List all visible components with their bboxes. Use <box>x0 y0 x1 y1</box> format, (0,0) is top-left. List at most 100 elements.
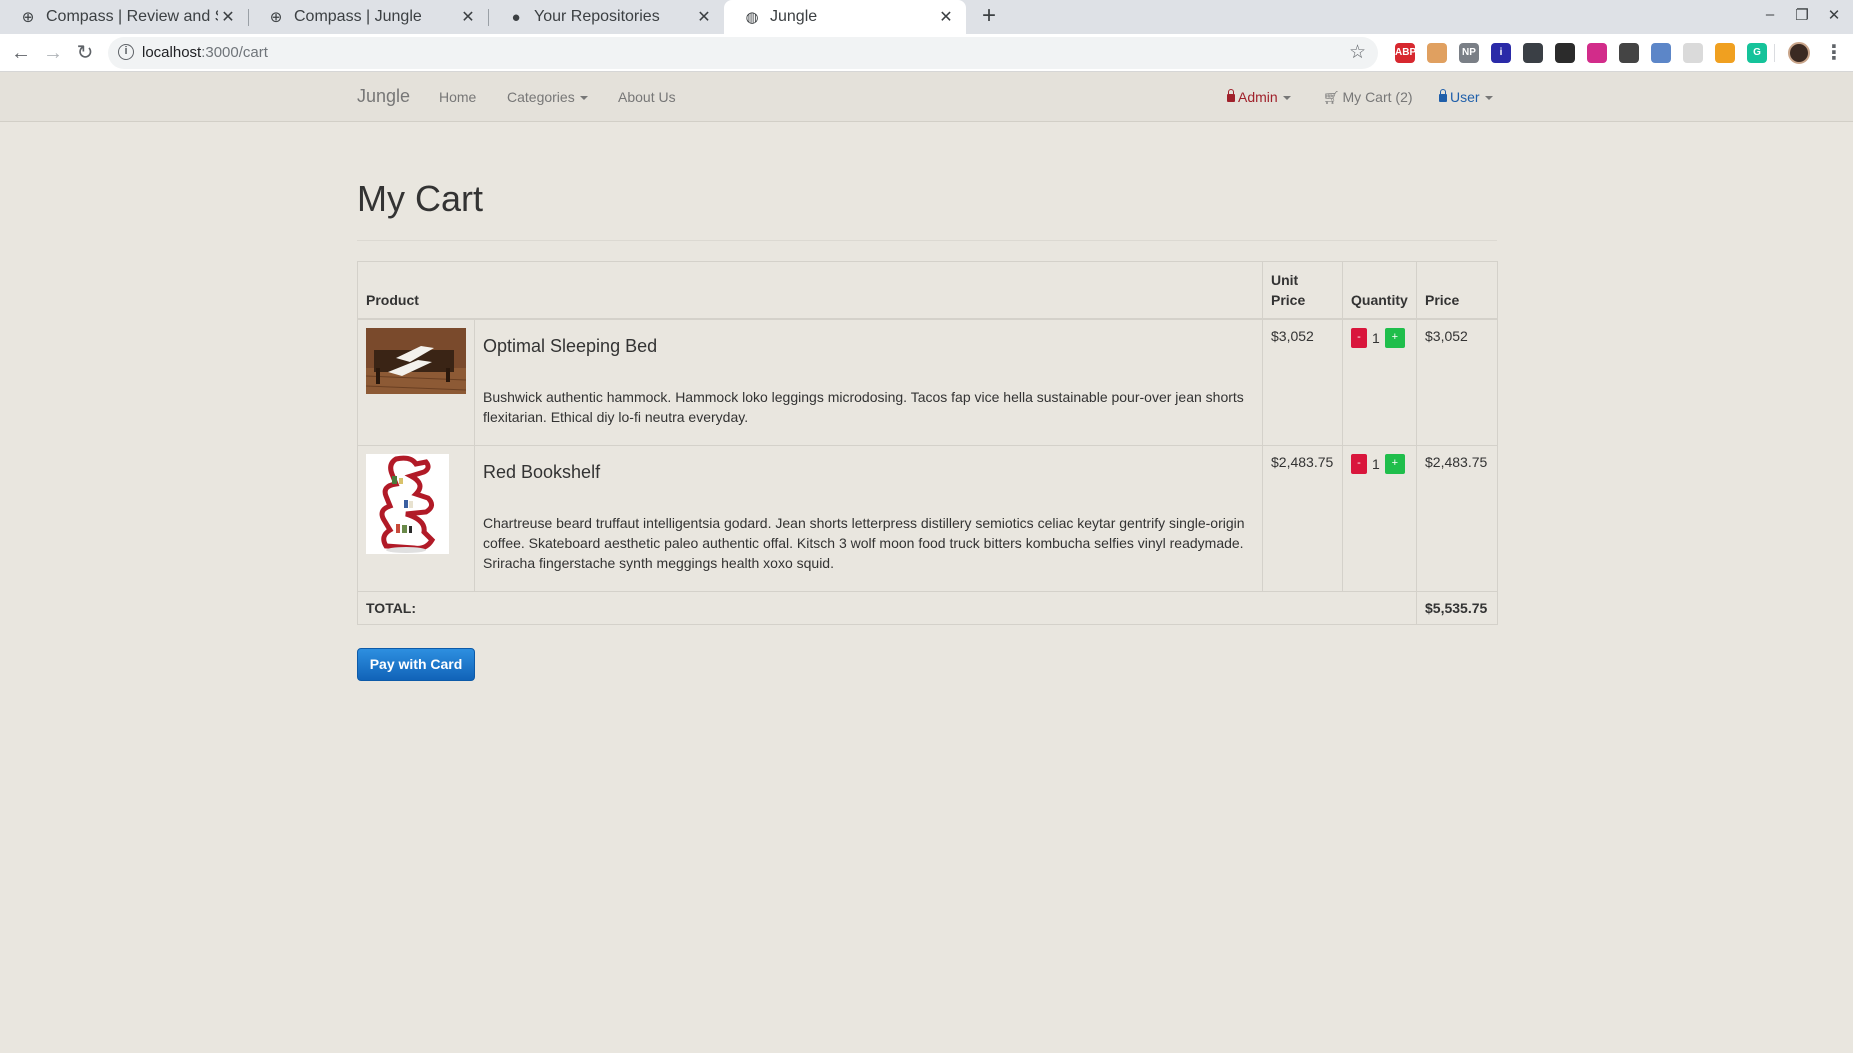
url-path: :3000/cart <box>201 44 268 61</box>
product-name[interactable]: Optimal Sleeping Bed <box>483 336 1254 357</box>
github-icon: ● <box>511 8 521 26</box>
new-tab-button[interactable]: + <box>976 4 1002 30</box>
nav-categories-dropdown[interactable]: Categories <box>507 89 588 105</box>
close-icon[interactable]: ✕ <box>694 7 714 27</box>
nav-categories-label: Categories <box>507 89 575 105</box>
tab-title: Jungle <box>770 8 818 25</box>
quantity-value: 1 <box>1372 455 1380 472</box>
quantity-stepper: - 1 + <box>1351 328 1408 348</box>
spy-icon[interactable] <box>1523 43 1543 63</box>
tab-title: Compass | Review and Su <box>46 8 218 25</box>
close-window-icon[interactable]: ✕ <box>1823 6 1845 24</box>
face-icon[interactable] <box>1427 43 1447 63</box>
site-navbar: Jungle Home Categories About Us Admin 🛒︎… <box>0 72 1853 122</box>
product-info-cell: Red Bookshelf Chartreuse beard truffaut … <box>474 444 1263 592</box>
np-icon[interactable]: NP <box>1459 43 1479 63</box>
price-cell: $2,483.75 <box>1416 444 1498 592</box>
url-host: localhost <box>142 44 202 61</box>
bookmark-star-icon[interactable]: ☆ <box>1349 41 1366 64</box>
price-cell: $3,052 <box>1416 318 1498 446</box>
increase-quantity-button[interactable]: + <box>1384 328 1405 348</box>
cart-table: Product Unit Price Quantity Price Optima… <box>357 261 1498 625</box>
adblock-icon[interactable]: ABP <box>1395 43 1416 63</box>
product-info-cell: Optimal Sleeping Bed Bushwick authentic … <box>474 318 1263 446</box>
header-unit-price: Unit Price <box>1262 261 1343 320</box>
total-row: TOTAL: $5,535.75 <box>357 590 1498 625</box>
compass-icon: ⊕ <box>269 9 283 26</box>
quantity-value: 1 <box>1372 330 1380 346</box>
page-title: My Cart <box>357 178 483 219</box>
table-header-row: Product Unit Price Quantity Price <box>357 261 1498 320</box>
caret-down-icon <box>1484 96 1493 101</box>
header-quantity: Quantity <box>1342 261 1417 320</box>
decrease-quantity-button[interactable]: - <box>1351 453 1367 474</box>
nav-user-dropdown[interactable]: User <box>1439 89 1493 105</box>
back-icon[interactable]: ← <box>8 40 34 66</box>
total-label: TOTAL: <box>357 590 1417 625</box>
header-price: Price <box>1416 261 1498 320</box>
reload-icon[interactable]: ↻ <box>72 40 98 66</box>
unit-price-cell: $2,483.75 <box>1262 444 1343 592</box>
close-icon[interactable]: ✕ <box>458 7 478 27</box>
browser-tab[interactable]: ⊕ Compass | Review and Su ✕ <box>0 0 248 34</box>
blank-ext-icon[interactable] <box>1683 43 1703 63</box>
bookshelf-image[interactable] <box>366 453 449 554</box>
product-image-cell <box>357 318 475 446</box>
browser-toolbar: ← → ↻ i localhost:3000/cart ☆ ABP NP i G ⋮ <box>0 34 1853 72</box>
nav-my-cart[interactable]: 🛒︎ My Cart (2) <box>1323 89 1413 106</box>
header-unit-price-line1: Unit <box>1271 272 1299 288</box>
nav-user-label: User <box>1450 89 1480 105</box>
quantity-cell: - 1 + <box>1342 318 1417 446</box>
address-bar[interactable]: i localhost:3000/cart ☆ <box>108 37 1378 69</box>
decrease-quantity-button[interactable]: - <box>1351 328 1367 348</box>
product-description: Bushwick authentic hammock. Hammock loko… <box>483 389 1244 425</box>
menu-icon[interactable]: ⋮ <box>1824 40 1844 65</box>
brand-link[interactable]: Jungle <box>357 86 410 107</box>
forward-icon[interactable]: → <box>40 40 66 66</box>
nav-about[interactable]: About Us <box>618 89 676 105</box>
bed-image[interactable] <box>366 328 466 394</box>
product-image-cell <box>357 444 475 592</box>
browser-tab-strip: ⊕ Compass | Review and Su ✕ ⊕ Compass | … <box>0 0 1853 34</box>
caret-down-icon <box>1282 96 1291 101</box>
nav-admin-label: Admin <box>1238 89 1278 105</box>
divider <box>357 240 1497 241</box>
minimize-icon[interactable]: – <box>1759 6 1781 23</box>
unit-price-cell: $3,052 <box>1262 318 1343 446</box>
quantity-cell: - 1 + <box>1342 444 1417 592</box>
globe-icon: ◍ <box>745 9 759 26</box>
grammarly-icon[interactable]: G <box>1747 43 1767 63</box>
caret-down-icon <box>579 96 588 101</box>
browser-tab[interactable]: ● Your Repositories ✕ <box>488 0 724 34</box>
browser-tab-active[interactable]: ◍ Jungle ✕ <box>724 0 966 34</box>
moon-icon[interactable] <box>1587 43 1607 63</box>
nav-cart-label: My Cart (2) <box>1342 89 1413 105</box>
circle-ext-icon[interactable] <box>1619 43 1639 63</box>
restore-icon[interactable]: ❐ <box>1791 6 1813 24</box>
profile-avatar[interactable] <box>1788 42 1810 64</box>
info-icon[interactable]: i <box>118 44 134 60</box>
tab-title: Your Repositories <box>534 8 660 25</box>
product-name[interactable]: Red Bookshelf <box>483 462 1254 483</box>
header-product: Product <box>357 261 1263 320</box>
pay-with-card-button[interactable]: Pay with Card <box>357 648 475 681</box>
nav-home[interactable]: Home <box>439 89 476 105</box>
table-row: Red Bookshelf Chartreuse beard truffaut … <box>357 444 1498 592</box>
lock-icon <box>1227 89 1235 102</box>
browser-tab[interactable]: ⊕ Compass | Jungle ✕ <box>248 0 488 34</box>
screen-icon[interactable] <box>1555 43 1575 63</box>
pen-icon[interactable] <box>1715 43 1735 63</box>
total-value: $5,535.75 <box>1416 590 1498 625</box>
header-unit-price-line2: Price <box>1271 292 1306 308</box>
table-row: Optimal Sleeping Bed Bushwick authentic … <box>357 318 1498 446</box>
cart-icon: 🛒︎ <box>1323 90 1340 105</box>
close-icon[interactable]: ✕ <box>936 7 956 27</box>
globe-ext-icon[interactable] <box>1651 43 1671 63</box>
increase-quantity-button[interactable]: + <box>1384 453 1405 474</box>
nav-admin-dropdown[interactable]: Admin <box>1227 89 1291 105</box>
close-icon[interactable]: ✕ <box>218 7 238 27</box>
url-text[interactable]: localhost:3000/cart <box>142 44 268 61</box>
tab-title: Compass | Jungle <box>294 8 422 25</box>
info-ext-icon[interactable]: i <box>1491 43 1511 63</box>
lock-icon <box>1439 89 1447 102</box>
